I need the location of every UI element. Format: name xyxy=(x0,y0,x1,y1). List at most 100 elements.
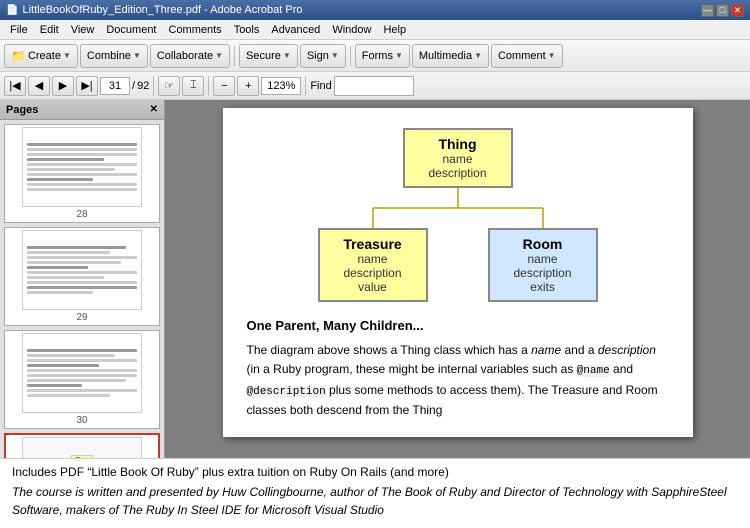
nav-next-button[interactable]: ▶ xyxy=(52,76,74,96)
combine-dropdown-arrow: ▼ xyxy=(133,51,141,60)
page-thumb-31[interactable]: Thing Treasure Room 31 xyxy=(4,433,160,458)
comment-dropdown-arrow: ▼ xyxy=(548,51,556,60)
diagram-connectors xyxy=(318,188,598,228)
nav-last-button[interactable]: ▶| xyxy=(76,76,98,96)
menu-advanced[interactable]: Advanced xyxy=(265,22,326,38)
page-thumb-number-29: 29 xyxy=(76,312,87,323)
page-thumb-image-29 xyxy=(22,230,142,310)
menu-tools[interactable]: Tools xyxy=(228,22,266,38)
treasure-label: Treasure xyxy=(334,236,412,252)
nav-sep-3 xyxy=(305,76,306,96)
page-thumb-image-30 xyxy=(22,333,142,413)
comment-label: Comment xyxy=(498,50,546,62)
page-separator: / xyxy=(132,80,135,92)
page-total: 92 xyxy=(137,80,149,92)
menu-view[interactable]: View xyxy=(65,22,101,38)
pdf-page: Thing name description xyxy=(223,108,693,437)
room-name: name xyxy=(504,252,582,266)
separator-2 xyxy=(350,46,351,66)
multimedia-button[interactable]: Multimedia ▼ xyxy=(412,44,489,68)
separator-1 xyxy=(234,46,235,66)
hand-tool-button[interactable]: ☞ xyxy=(158,76,180,96)
zoom-input[interactable] xyxy=(261,77,301,95)
secure-button[interactable]: Secure ▼ xyxy=(239,44,298,68)
find-label: Find xyxy=(310,80,331,92)
collaborate-label: Collaborate xyxy=(157,50,213,62)
multimedia-label: Multimedia xyxy=(419,50,472,62)
bottom-area: Includes PDF “Little Book Of Ruby” plus … xyxy=(0,458,750,528)
page-thumb-number-30: 30 xyxy=(76,415,87,426)
pdf-body: The diagram above shows a Thing class wh… xyxy=(247,341,669,421)
class-diagram: Thing name description xyxy=(247,128,669,302)
create-label: Create xyxy=(28,50,61,62)
close-button[interactable]: ✕ xyxy=(731,4,744,17)
forms-label: Forms xyxy=(362,50,393,62)
sign-dropdown-arrow: ▼ xyxy=(331,51,339,60)
secure-dropdown-arrow: ▼ xyxy=(283,51,291,60)
collaborate-button[interactable]: Collaborate ▼ xyxy=(150,44,230,68)
menu-help[interactable]: Help xyxy=(377,22,412,38)
sidebar-close-button[interactable]: ✕ xyxy=(150,104,158,115)
nav-sep-1 xyxy=(153,76,154,96)
page-number-input[interactable] xyxy=(100,77,130,95)
bottom-line2: The course is written and presented by H… xyxy=(12,483,738,519)
menu-edit[interactable]: Edit xyxy=(34,22,65,38)
maximize-button[interactable]: □ xyxy=(716,4,729,17)
room-exits: exits xyxy=(504,280,582,294)
menu-comments[interactable]: Comments xyxy=(163,22,228,38)
treasure-box: Treasure name description value xyxy=(318,228,428,302)
treasure-value: value xyxy=(334,280,412,294)
forms-button[interactable]: Forms ▼ xyxy=(355,44,410,68)
pdf-area[interactable]: Thing name description xyxy=(165,100,750,458)
collaborate-dropdown-arrow: ▼ xyxy=(215,51,223,60)
title-bar-controls: — □ ✕ xyxy=(701,4,744,17)
create-button[interactable]: 📁 Create ▼ xyxy=(4,44,78,68)
room-box: Room name description exits xyxy=(488,228,598,302)
page-thumb-30[interactable]: 30 xyxy=(4,330,160,429)
bottom-line1: Includes PDF “Little Book Of Ruby” plus … xyxy=(12,465,738,479)
window-title: LittleBookOfRuby_Edition_Three.pdf - Ado… xyxy=(22,4,302,16)
nav-sep-2 xyxy=(208,76,209,96)
thing-box: Thing name description xyxy=(403,128,513,188)
room-description: description xyxy=(504,266,582,280)
combine-label: Combine xyxy=(87,50,131,62)
diagram-bottom-row: Treasure name description value Room nam… xyxy=(318,228,598,302)
menu-document[interactable]: Document xyxy=(100,22,162,38)
menu-window[interactable]: Window xyxy=(326,22,377,38)
folder-icon: 📁 xyxy=(11,49,26,63)
sign-button[interactable]: Sign ▼ xyxy=(300,44,346,68)
nav-toolbar: |◀ ◀ ▶ ▶| / 92 ☞ ⌶ − + Find xyxy=(0,72,750,100)
page-thumb-29[interactable]: 29 xyxy=(4,227,160,326)
forms-dropdown-arrow: ▼ xyxy=(395,51,403,60)
menu-bar: File Edit View Document Comments Tools A… xyxy=(0,20,750,40)
nav-first-button[interactable]: |◀ xyxy=(4,76,26,96)
thing-label: Thing xyxy=(419,136,497,152)
minimize-button[interactable]: — xyxy=(701,4,714,17)
nav-prev-button[interactable]: ◀ xyxy=(28,76,50,96)
sidebar: Pages ✕ xyxy=(0,100,165,458)
pdf-heading: One Parent, Many Children... xyxy=(247,318,669,333)
page-thumb-image-31: Thing Treasure Room xyxy=(22,437,142,458)
select-tool-button[interactable]: ⌶ xyxy=(182,76,204,96)
thing-name: name xyxy=(419,152,497,166)
comment-button[interactable]: Comment ▼ xyxy=(491,44,563,68)
toolbar: 📁 Create ▼ Combine ▼ Collaborate ▼ Secur… xyxy=(0,40,750,72)
zoom-out-button[interactable]: − xyxy=(213,76,235,96)
connector-svg xyxy=(318,188,598,228)
sidebar-title: Pages xyxy=(6,104,38,116)
page-thumb-image-28 xyxy=(22,127,142,207)
page-thumb-28[interactable]: 28 xyxy=(4,124,160,223)
find-input[interactable] xyxy=(334,76,414,96)
title-bar: 📄 LittleBookOfRuby_Edition_Three.pdf - A… xyxy=(0,0,750,20)
multimedia-dropdown-arrow: ▼ xyxy=(474,51,482,60)
treasure-name: name xyxy=(334,252,412,266)
main-area: Pages ✕ xyxy=(0,100,750,458)
menu-file[interactable]: File xyxy=(4,22,34,38)
zoom-in-button[interactable]: + xyxy=(237,76,259,96)
combine-button[interactable]: Combine ▼ xyxy=(80,44,148,68)
page-thumb-number-28: 28 xyxy=(76,209,87,220)
title-bar-left: 📄 LittleBookOfRuby_Edition_Three.pdf - A… xyxy=(6,4,303,16)
sign-label: Sign xyxy=(307,50,329,62)
diagram-top-row: Thing name description xyxy=(403,128,513,188)
thing-description: description xyxy=(419,166,497,180)
